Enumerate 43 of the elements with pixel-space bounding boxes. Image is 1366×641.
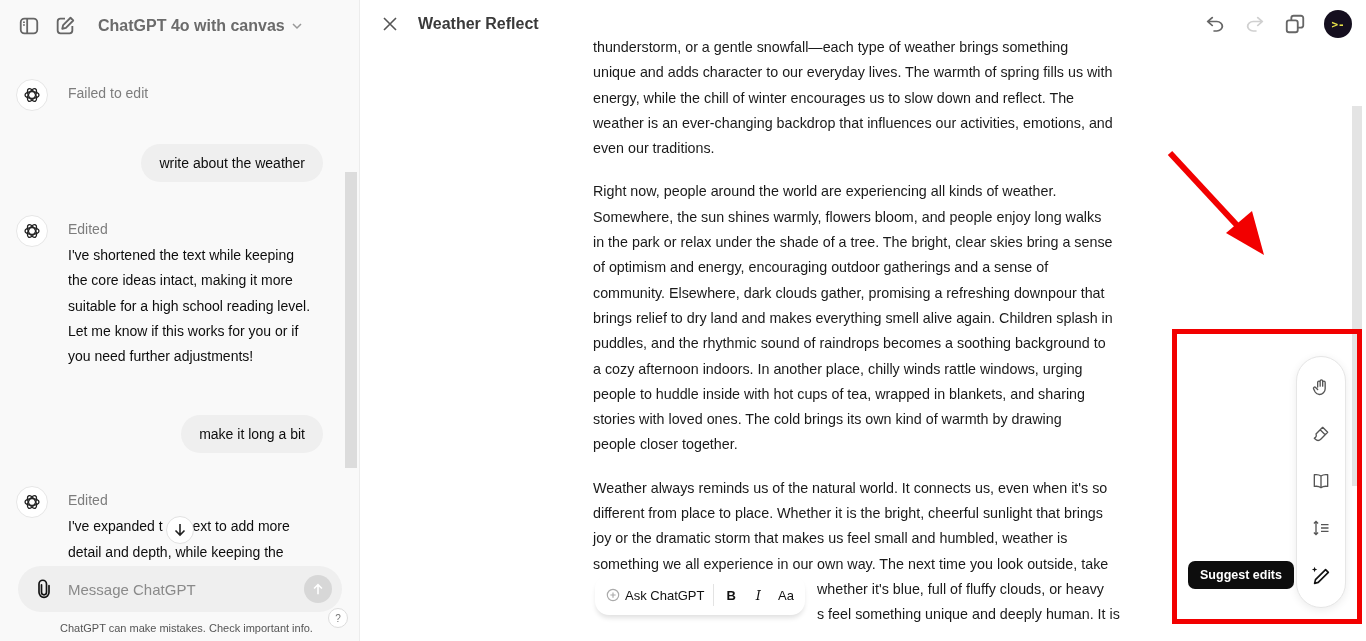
close-icon[interactable] <box>382 16 398 32</box>
new-chat-icon[interactable] <box>54 15 76 37</box>
user-message: make it long a bit <box>181 415 323 454</box>
sidebar-toggle-icon[interactable] <box>18 15 40 37</box>
assistant-message-line: detail and depth, while keeping the <box>68 542 284 562</box>
arrow-down-icon <box>172 522 188 538</box>
paragraph-line: whether it's blue, full of fluffy clouds, or heavy <box>817 580 1104 597</box>
assistant-message-line: Let me know if this works for you or if <box>68 321 299 341</box>
user-message: write about the weather <box>141 144 323 182</box>
assistant-message-line: I've shortened the text while keeping <box>68 246 295 265</box>
scroll-down-button[interactable] <box>166 516 194 544</box>
message-status: Edited <box>68 492 109 509</box>
chevron-icon <box>290 20 303 32</box>
message-composer[interactable]: Message ChatGPT <box>18 566 342 612</box>
assistant-logo-icon <box>16 79 48 111</box>
assistant-message-line: suitable for a high school reading level. <box>68 296 311 316</box>
assistant-message-line: the core ideas intact, making it more <box>68 271 293 291</box>
assistant-message-line: ext to add more <box>192 517 290 537</box>
assistant-message-line: you need further adjustments! <box>68 347 254 367</box>
arrow-up-icon <box>311 582 325 596</box>
user-avatar[interactable]: >- <box>1324 10 1352 38</box>
message-field[interactable]: Message ChatGPT <box>66 579 292 599</box>
text-size-button[interactable]: Aa <box>773 583 799 607</box>
document-paragraph: thunderstorm, or a gentle snowfall—each type of weather brings something unique and adds character to our everyday lives. The warmth of spring fills us with energy, while the chill of winter encourages us to slow down and reflect. The weather is an ever-changing backdrop that influences our activities, emotions, and even our traditions. <box>593 38 1114 159</box>
assistant-logo-icon <box>16 215 48 247</box>
tooltip: Suggest edits <box>1188 561 1294 590</box>
help-button[interactable]: ? <box>328 608 348 628</box>
assistant-message-line: I've expanded t <box>68 517 163 537</box>
ask-chatgpt-button[interactable]: Ask ChatGPT <box>601 583 710 607</box>
model-selector[interactable]: ChatGPT 4o with canvas <box>90 17 303 35</box>
disclaimer-text: ChatGPT can make mistakes. Check important info. <box>60 622 313 634</box>
plus-circle-icon <box>606 588 620 602</box>
message-status: Failed to edit <box>68 85 149 101</box>
message-status: Edited <box>68 221 109 237</box>
paragraph-line: s feel something unique and deeply human. It is <box>817 606 1120 623</box>
scrollbar[interactable] <box>345 172 357 468</box>
document-paragraph: Right now, people around the world are experiencing all kinds of weather. Somewhere, the sun shines warmly, flowers bloom, and people enjoy long walks in the park or relax under the shade of a tree. The bright, clear skies bring a sense of optimism and energy, encouraging outdoor gatherings and a sense of community. Elsewhere, dark clouds gather, promising a refreshing downpour that brings relief to dry land and makes everything smell alive again. Children splash in puddles, and the rhythmic sound of raindrops becomes a soothing background to a cozy afternoon indoors. In another place, chilly winds rattle windows, urging people to huddle inside with hot cups of tea, wrapped in blankets, and sharing stories with loved ones. The cold brings its own kind of warmth by drawing people closer together. <box>593 182 1114 455</box>
italic-button[interactable]: I <box>747 583 769 607</box>
copy-icon[interactable] <box>1284 13 1306 35</box>
document-title: Weather Reflect <box>418 15 539 33</box>
scrollbar[interactable] <box>1352 106 1362 486</box>
bold-button[interactable]: B <box>718 583 744 607</box>
assistant-logo-icon <box>16 486 48 519</box>
